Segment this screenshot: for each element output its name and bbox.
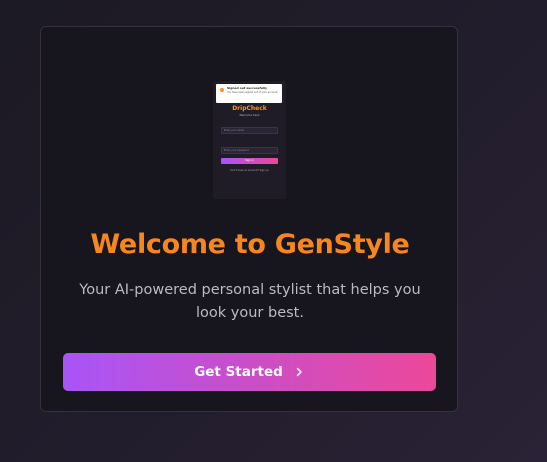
preview-email-field: Enter your email bbox=[221, 127, 278, 134]
chevron-right-icon bbox=[296, 367, 302, 377]
preview-password-field: Enter your password bbox=[221, 147, 278, 154]
page-subtitle: Your AI-powered personal stylist that he… bbox=[79, 282, 421, 321]
toast-warning-icon bbox=[220, 88, 224, 92]
preview-brand: DripCheck bbox=[232, 105, 267, 112]
preview-signup-link: Don't have an account? Sign up bbox=[230, 169, 269, 172]
app-preview-image: Signed out successfully You have been si… bbox=[213, 81, 286, 199]
page-title: Welcome to GenStyle bbox=[90, 229, 410, 260]
preview-toast-message: You have been signed out of your account… bbox=[227, 91, 279, 94]
get-started-label: Get Started bbox=[194, 364, 283, 380]
preview-signin-button: Sign in bbox=[221, 158, 278, 164]
get-started-button[interactable]: Get Started bbox=[63, 353, 436, 391]
preview-brand-sub: Welcome back bbox=[239, 113, 260, 117]
welcome-card: Signed out successfully You have been si… bbox=[40, 26, 458, 412]
preview-toast: Signed out successfully You have been si… bbox=[216, 84, 282, 103]
preview-toast-title: Signed out successfully bbox=[227, 86, 267, 90]
